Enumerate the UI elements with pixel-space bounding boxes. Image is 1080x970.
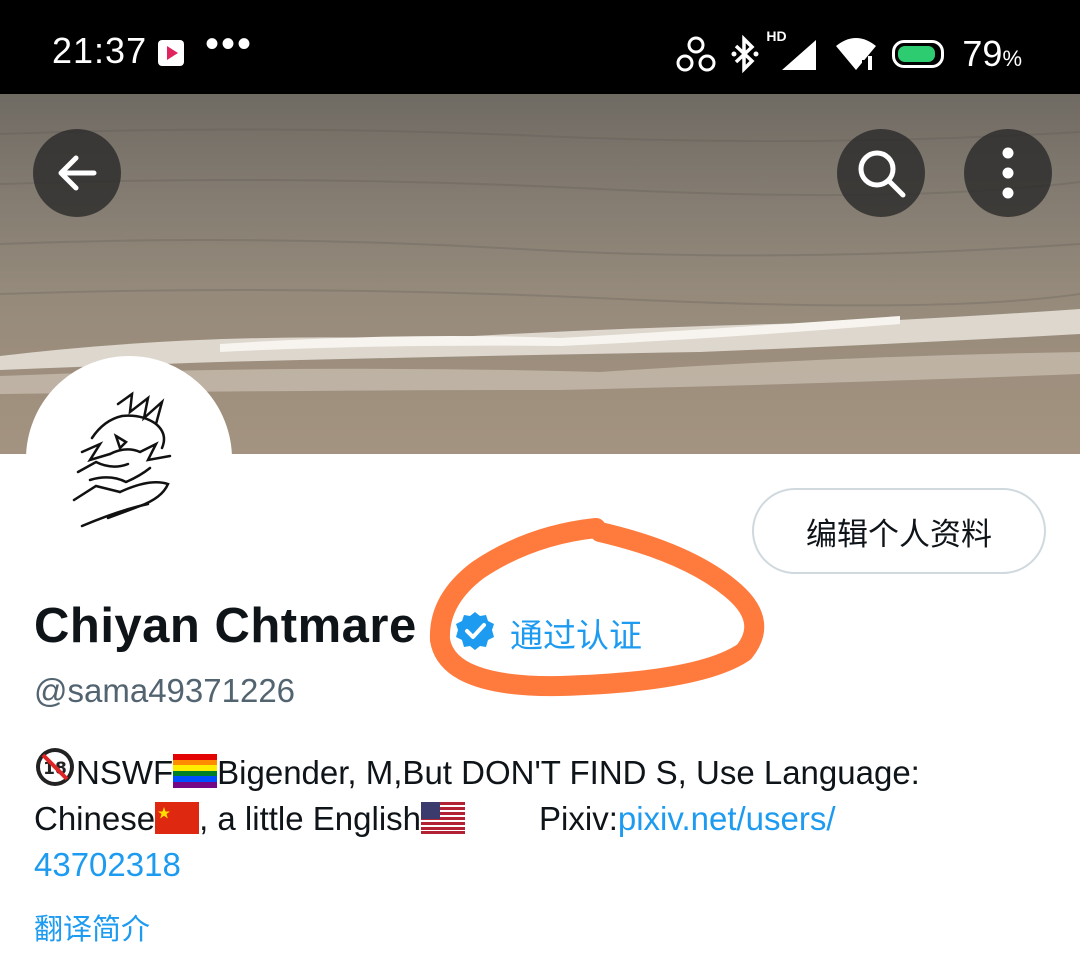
network-type: HD: [766, 28, 787, 44]
china-flag-icon: [155, 802, 200, 834]
more-notifications-icon: •••: [205, 22, 254, 66]
video-app-icon: [158, 40, 184, 66]
search-icon: [858, 150, 906, 198]
back-button[interactable]: [33, 129, 121, 217]
more-vertical-icon: [1002, 147, 1014, 199]
wifi-icon: [836, 38, 877, 70]
display-name: Chiyan Chtmare: [34, 599, 417, 653]
verified-badge-icon[interactable]: [454, 610, 496, 652]
translate-bio-link[interactable]: 翻译简介: [34, 906, 150, 948]
user-handle: @sama49371226: [34, 672, 296, 709]
signal-icon: HD: [766, 28, 820, 74]
pixiv-link[interactable]: pixiv.net/users/: [618, 800, 836, 837]
pixiv-link-continued[interactable]: 43702318: [34, 846, 181, 883]
battery-percent: 79%: [962, 33, 1022, 74]
profile-bio: 18 NSWF Bigender, M,But DON'T FIND S, Us…: [34, 746, 1054, 888]
status-time: 21:37: [52, 30, 148, 71]
rainbow-flag-icon: [173, 754, 218, 788]
edit-profile-button[interactable]: 编辑个人资料: [752, 488, 1046, 574]
verified-label[interactable]: 通过认证: [510, 609, 642, 657]
bluetooth-icon: [731, 34, 759, 74]
more-button[interactable]: [964, 129, 1052, 217]
battery-icon: [892, 40, 945, 68]
us-flag-icon: [421, 802, 466, 834]
status-bar: 21:37 ••• HD 79%: [0, 0, 1080, 94]
avatar[interactable]: [26, 356, 232, 562]
no-under-18-icon: 18: [36, 748, 74, 786]
hotspot-icon: [676, 36, 716, 72]
arrow-left-icon: [58, 155, 97, 191]
status-icons: HD 79%: [676, 28, 1022, 74]
search-button[interactable]: [837, 129, 925, 217]
avatar-drawing: [72, 391, 172, 528]
